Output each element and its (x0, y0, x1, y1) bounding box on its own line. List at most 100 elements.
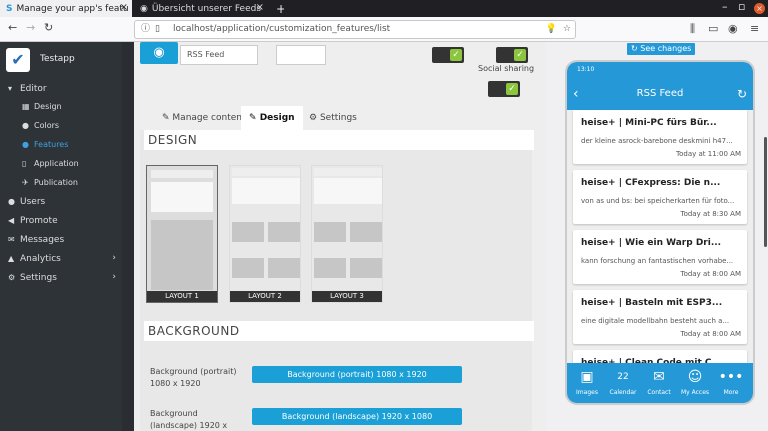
sidebar-item-colors[interactable]: ● Colors (0, 117, 122, 134)
feed-item-title: heise+ | Basteln mit ESP3... (581, 298, 723, 308)
tab-manage-content[interactable]: ✎ Manage content (154, 106, 254, 130)
footer-tab-my-access[interactable]: ☺ My Acces (677, 363, 713, 403)
check-icon: ✓ (506, 83, 518, 95)
feed-item-time: Today at 8:00 AM (680, 330, 741, 338)
sidebar-item-design[interactable]: ▦ Design (0, 98, 122, 115)
layout-option-3[interactable]: LAYOUT 3 (311, 165, 383, 303)
portrait-label: Background (portrait) 1080 x 1920 (150, 367, 237, 388)
browser-tab-bar: S Manage your app's featu × ◉ Übersicht … (0, 0, 768, 17)
layout-option-2[interactable]: LAYOUT 2 (229, 165, 301, 303)
layout-preview (232, 258, 264, 278)
layout-preview (350, 258, 382, 278)
feed-item-time: Today at 11:00 AM (676, 150, 741, 158)
reload-icon[interactable]: ↻ (44, 21, 53, 34)
feed-item[interactable]: heise+ | Wie ein Warp Dri... kann forsch… (573, 230, 747, 284)
feed-item[interactable]: heise+ | Mini-PC fürs Bür... der kleine … (573, 110, 747, 164)
users-icon: ● (8, 197, 15, 206)
feed-item[interactable]: heise+ | CFexpress: Die n... von as und … (573, 170, 747, 224)
layout-caption: LAYOUT 2 (230, 291, 300, 302)
lightbulb-icon[interactable]: 💡 (546, 21, 557, 38)
sidebar-item-promote[interactable]: ◀ Promote (0, 212, 122, 229)
sidebar-label: Messages (20, 235, 65, 245)
layout-preview (268, 258, 300, 278)
check-icon: ✓ (450, 49, 462, 61)
gear-icon: ⚙ (309, 113, 318, 123)
sidebar-scrollbar[interactable] (122, 42, 134, 431)
portrait-background-button[interactable]: Background (portrait) 1080 x 1920 (252, 366, 462, 383)
footer-tab-more[interactable]: ••• More (713, 363, 749, 403)
layout-caption: LAYOUT 3 (312, 291, 382, 302)
sidebar-icon[interactable]: ▭ (708, 22, 718, 35)
tab-label: Design (259, 113, 295, 123)
palette-icon: ● (22, 121, 29, 130)
browser-tab-active[interactable]: S Manage your app's featu × (0, 0, 132, 17)
address-bar[interactable]: ⓘ ▯ localhost/application/customization_… (134, 20, 576, 39)
tab-label: Manage content (172, 113, 246, 123)
bookmark-star-icon[interactable]: ☆ (563, 21, 571, 38)
landscape-background-button[interactable]: Background (landscape) 1920 x 1080 (252, 408, 462, 425)
minimize-icon[interactable]: – (722, 0, 728, 13)
sidebar-label: Settings (20, 273, 57, 283)
menu-icon[interactable]: ≡ (750, 22, 759, 35)
footer-label: My Acces (680, 389, 710, 396)
feed-item-desc: der kleine asrock-barebone deskmini h47.… (581, 137, 733, 145)
layout-preview (151, 170, 213, 178)
footer-label: More (723, 389, 739, 396)
sidebar-item-settings[interactable]: ⚙ Settings › (0, 269, 122, 286)
feed-item-title: heise+ | Mini-PC fürs Bür... (581, 118, 717, 128)
close-window-icon[interactable]: × (754, 3, 765, 14)
preview-scrollbar-thumb[interactable] (764, 137, 767, 247)
sidebar-item-features[interactable]: ● Features (0, 136, 122, 153)
main-content: ◉ RSS Feed ✓ ✓ Social sharing ✓ ✎ Manage… (134, 42, 546, 431)
sidebar-item-analytics[interactable]: ▲ Analytics › (0, 250, 122, 267)
back-icon[interactable]: ← (8, 21, 17, 34)
library-icon[interactable]: ⫼ (690, 22, 695, 36)
extra-toggle[interactable]: ✓ (488, 81, 520, 97)
caret-down-icon: ▾ (8, 84, 13, 93)
feed-item-desc: von as und bs: bei speicherkarten für fo… (581, 197, 735, 205)
close-tab-icon[interactable]: × (256, 2, 264, 13)
feature-name-field[interactable]: RSS Feed (180, 45, 258, 65)
feed-item[interactable]: heise+ | Basteln mit ESP3... eine digita… (573, 290, 747, 344)
see-changes-button[interactable]: ↻ See changes (627, 43, 696, 55)
images-icon: ▣ (580, 369, 594, 385)
sidebar-item-publication[interactable]: ✈ Publication (0, 174, 122, 191)
close-tab-icon[interactable]: × (120, 2, 128, 13)
sidebar-item-users[interactable]: ● Users (0, 193, 122, 210)
puzzle-icon: ● (22, 140, 29, 149)
refresh-icon[interactable]: ↻ (737, 78, 747, 110)
sidebar-label: Application (34, 159, 79, 168)
plane-icon: ✈ (22, 178, 29, 187)
tab-title: Übersicht unserer Feeds (151, 3, 262, 14)
maximize-icon[interactable]: ▫ (738, 0, 745, 13)
forward-icon[interactable]: → (26, 21, 35, 34)
footer-tab-calendar[interactable]: 22 Calendar (605, 363, 641, 403)
browser-tab[interactable]: ◉ Übersicht unserer Feeds × (134, 0, 268, 17)
sidebar-label: Design (34, 102, 62, 111)
feature-extra-field[interactable] (276, 45, 326, 65)
social-sharing-toggle[interactable]: ✓ (496, 47, 528, 63)
phone-icon: ▯ (22, 159, 27, 168)
layout-preview (151, 220, 213, 290)
back-arrow-icon[interactable]: ‹ (573, 78, 579, 110)
chevron-right-icon: › (112, 253, 116, 263)
tab-settings[interactable]: ⚙ Settings (301, 106, 365, 130)
envelope-icon: ✉ (8, 235, 15, 244)
sidebar-item-application[interactable]: ▯ Application (0, 155, 122, 172)
info-icon[interactable]: ⓘ (141, 21, 150, 38)
edit-icon: ✎ (162, 113, 170, 123)
account-icon[interactable]: ◉ (728, 22, 738, 35)
sidebar-item-editor[interactable]: ▾ Editor (0, 80, 122, 97)
refresh-icon: ↻ (631, 44, 638, 53)
sidebar-item-messages[interactable]: ✉ Messages (0, 231, 122, 248)
layout-option-1[interactable]: LAYOUT 1 (146, 165, 218, 303)
footer-tab-images[interactable]: ▣ Images (569, 363, 605, 403)
footer-tab-contact[interactable]: ✉ Contact (641, 363, 677, 403)
layout-preview (314, 168, 382, 176)
more-icon: ••• (718, 369, 744, 385)
feature-toggle[interactable]: ✓ (432, 47, 464, 63)
megaphone-icon: ◀ (8, 216, 15, 225)
tab-design[interactable]: ✎ Design (241, 106, 303, 130)
gear-icon: ⚙ (8, 273, 16, 282)
new-tab-button[interactable]: + (270, 0, 284, 17)
